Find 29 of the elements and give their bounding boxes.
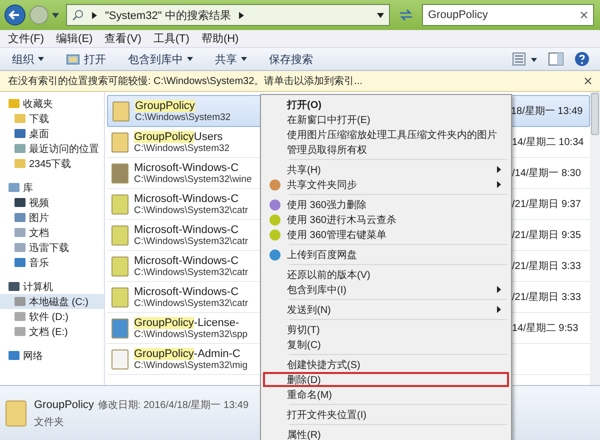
modified-date: /14/星期一 8:30 bbox=[512, 166, 582, 180]
file-name: GroupPolicy bbox=[135, 100, 196, 112]
file-name: Microsoft-Windows-C bbox=[134, 224, 240, 236]
file-name: GroupPolicyUsers bbox=[134, 130, 224, 142]
modified-date: /21/星期日 3:33 bbox=[512, 260, 582, 273]
file-name: GroupPolicy-License- bbox=[134, 316, 240, 328]
modified-date: 18/星期一 13:49 bbox=[511, 104, 584, 118]
file-path: C:\Windows\System32 bbox=[134, 142, 230, 154]
file-path: C:\Windows\System32\wine bbox=[134, 174, 252, 184]
file-name: Microsoft-Windows-C bbox=[134, 192, 240, 204]
file-path: C:\Windows\System32\mig bbox=[134, 360, 248, 370]
modified-date: /21/星期日 3:33 bbox=[512, 290, 582, 304]
file-name: GroupPolicy-Admin-C bbox=[134, 348, 242, 360]
file-type: 文件夹 bbox=[34, 416, 64, 428]
file-path: C:\Windows\System32\catr bbox=[134, 298, 248, 308]
modified-date: 14/星期二 10:34 bbox=[512, 136, 585, 149]
file-name: Microsoft-Windows-C bbox=[134, 254, 240, 266]
file-name: Microsoft-Windows-C bbox=[134, 286, 240, 298]
file-path: C:\Windows\System32 bbox=[135, 112, 231, 122]
file-path: C:\Windows\System32\spp bbox=[134, 328, 248, 340]
file-path: C:\Windows\System32\catr bbox=[134, 236, 248, 246]
modified-date: 修改日期: 2016/4/18/星期一 13:49 bbox=[98, 398, 249, 412]
modified-date: /21/星期日 9:35 bbox=[512, 228, 582, 242]
modified-date: 14/星期二 9:53 bbox=[512, 322, 580, 335]
file-name: GroupPolicy bbox=[34, 398, 94, 410]
file-path: C:\Windows\System32\catr bbox=[134, 266, 248, 278]
file-name: Microsoft-Windows-C bbox=[134, 162, 240, 174]
file-path: C:\Windows\System32\catr bbox=[134, 204, 248, 216]
modified-date: /21/星期日 9:37 bbox=[512, 198, 582, 211]
